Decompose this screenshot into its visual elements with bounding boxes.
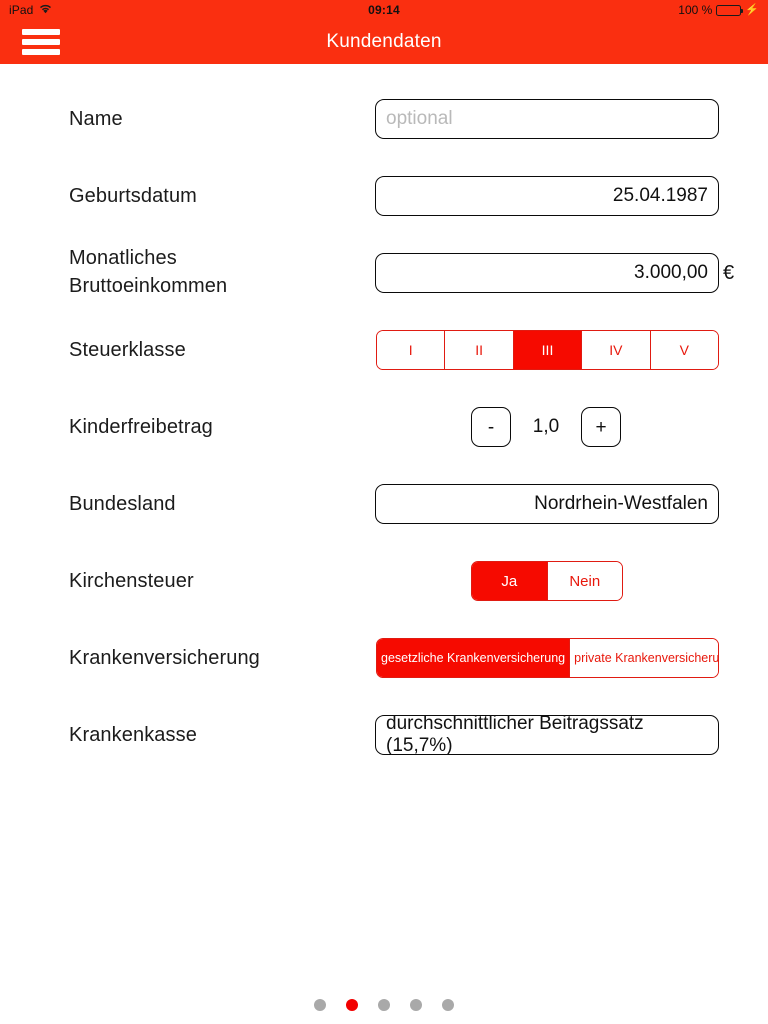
currency-symbol: €	[723, 261, 735, 284]
app-root: iPad 09:14 100 % ⚡ Kundendaten Name opti…	[0, 0, 768, 1024]
label-health-fund: Krankenkasse	[69, 723, 197, 746]
tax-class-option-5[interactable]: V	[650, 331, 718, 369]
label-church-tax: Kirchensteuer	[69, 569, 194, 592]
page-dot-1[interactable]	[314, 999, 326, 1011]
gross-income-input[interactable]: 3.000,00	[375, 253, 719, 293]
status-bar: iPad 09:14 100 % ⚡	[0, 0, 768, 20]
form-row-child-allowance: Kinderfreibetrag - 1,0 +	[0, 407, 768, 447]
church-tax-option-yes[interactable]: Ja	[472, 562, 548, 600]
page-dot-4[interactable]	[410, 999, 422, 1011]
label-gross-income: Monatliches Bruttoeinkommen	[69, 244, 227, 301]
label-gross-income-line2: Bruttoeinkommen	[69, 275, 228, 298]
tax-class-option-2[interactable]: II	[445, 331, 514, 369]
church-tax-segmented-control[interactable]: Ja Nein	[471, 561, 623, 601]
status-bar-clock: 09:14	[368, 3, 400, 17]
health-insurance-option-statutory[interactable]: gesetzliche Krankenversicherung	[377, 639, 571, 677]
form-row-tax-class: Steuerklasse I II III IV V	[0, 330, 768, 370]
form-row-name: Name optional	[0, 99, 768, 139]
status-bar-right: 100 % ⚡	[678, 3, 759, 17]
health-insurance-option-private[interactable]: private Krankenversicherung	[570, 639, 718, 677]
child-allowance-decrement-button[interactable]: -	[471, 407, 511, 447]
health-fund-select[interactable]: durchschnittlicher Beitragssatz (15,7%)	[375, 713, 719, 756]
form-row-state: Bundesland Nordrhein-Westfalen	[0, 484, 768, 524]
battery-percent-label: 100 %	[678, 3, 713, 17]
navigation-bar: Kundendaten	[0, 20, 768, 64]
state-select[interactable]: Nordrhein-Westfalen	[375, 484, 719, 524]
tax-class-option-3[interactable]: III	[513, 331, 583, 369]
name-input[interactable]: optional	[375, 99, 719, 139]
form-row-health-fund: Krankenkasse durchschnittlicher Beitrags…	[0, 713, 768, 756]
label-child-allowance: Kinderfreibetrag	[69, 415, 213, 438]
child-allowance-value: 1,0	[532, 416, 560, 437]
form-row-church-tax: Kirchensteuer Ja Nein	[0, 561, 768, 601]
page-title: Kundendaten	[326, 31, 442, 52]
page-dot-5[interactable]	[442, 999, 454, 1011]
label-state: Bundesland	[69, 492, 176, 515]
birthdate-input[interactable]: 25.04.1987	[375, 176, 719, 216]
child-allowance-increment-button[interactable]: +	[581, 407, 621, 447]
battery-full-icon	[716, 4, 744, 16]
label-health-insurance: Krankenversicherung	[69, 646, 260, 669]
label-tax-class: Steuerklasse	[69, 338, 186, 361]
label-gross-income-line1: Monatliches	[69, 247, 177, 269]
label-name: Name	[69, 107, 123, 130]
page-dot-3[interactable]	[378, 999, 390, 1011]
tax-class-option-1[interactable]: I	[377, 331, 446, 369]
tax-class-option-4[interactable]: IV	[582, 331, 651, 369]
tax-class-segmented-control[interactable]: I II III IV V	[376, 330, 719, 370]
form-row-birthdate: Geburtsdatum 25.04.1987	[0, 176, 768, 216]
form-row-gross-income: Monatliches Bruttoeinkommen 3.000,00 €	[0, 247, 768, 297]
page-dot-2[interactable]	[346, 999, 358, 1011]
label-birthdate: Geburtsdatum	[69, 184, 197, 207]
lightning-bolt-icon: ⚡	[745, 3, 759, 16]
child-allowance-stepper: - 1,0 +	[471, 407, 621, 447]
form-row-health-insurance: Krankenversicherung gesetzliche Krankenv…	[0, 638, 768, 678]
health-insurance-segmented-control[interactable]: gesetzliche Krankenversicherung private …	[376, 638, 719, 678]
church-tax-option-no[interactable]: Nein	[547, 562, 622, 600]
page-indicator	[0, 999, 768, 1011]
